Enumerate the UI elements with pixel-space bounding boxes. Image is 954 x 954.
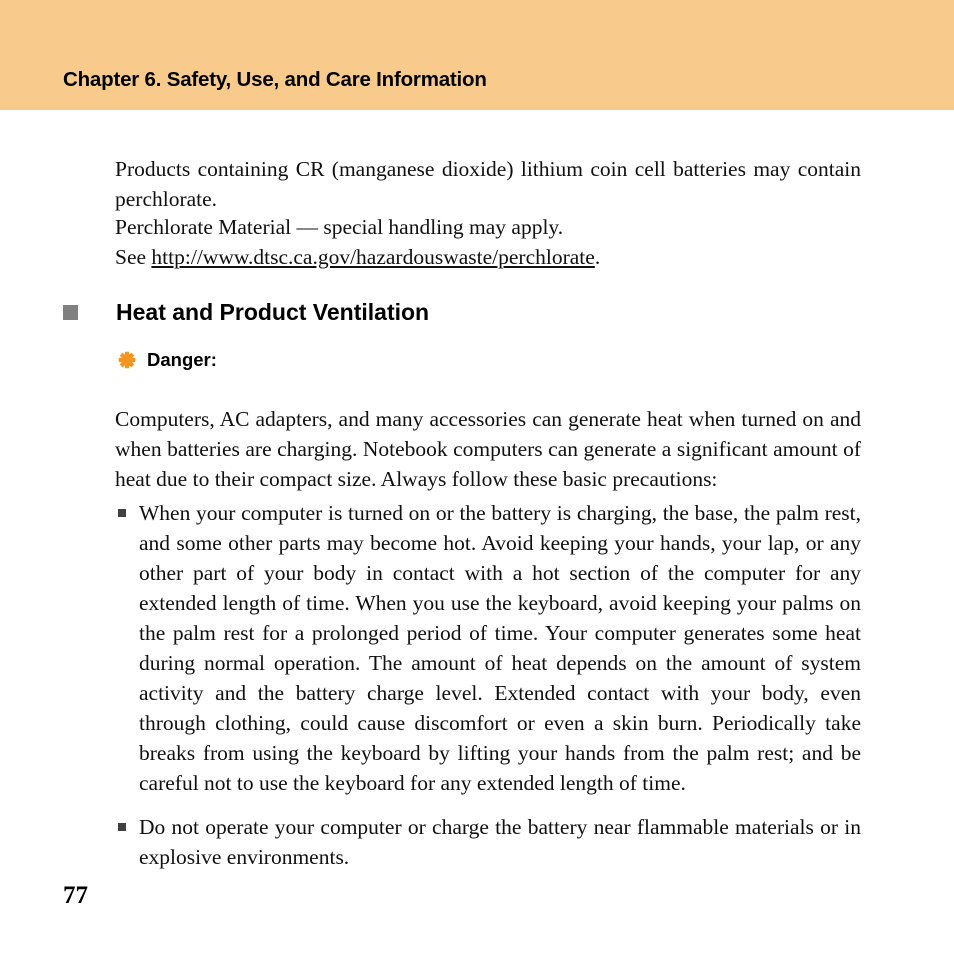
danger-paragraph: Computers, AC adapters, and many accesso… <box>115 406 861 491</box>
perchlorate-notice: Perchlorate Material — special handling … <box>115 212 861 272</box>
square-bullet-icon <box>63 304 78 320</box>
danger-label-row: Danger: <box>118 348 217 372</box>
list-item: Do not operate your computer or charge t… <box>118 812 861 872</box>
small-square-bullet-icon <box>118 823 126 831</box>
perchlorate-material-line: Perchlorate Material — special handling … <box>115 215 564 239</box>
list-item-text: When your computer is turned on or the b… <box>139 501 861 795</box>
perchlorate-url-link[interactable]: http://www.dtsc.ca.gov/hazardouswaste/pe… <box>151 245 594 269</box>
section-heading-text: Heat and Product Ventilation <box>116 298 430 325</box>
chapter-title: Chapter 6. Safety, Use, and Care Informa… <box>63 68 487 91</box>
page-header-band: Chapter 6. Safety, Use, and Care Informa… <box>0 0 954 110</box>
intro-paragraph: Products containing CR (manganese dioxid… <box>115 156 861 211</box>
section-heading-row: Heat and Product Ventilation <box>63 297 429 327</box>
perchlorate-see-prefix: See <box>115 245 152 269</box>
page-body: Products containing CR (manganese dioxid… <box>0 110 954 954</box>
danger-label-text: Danger: <box>147 349 217 370</box>
list-item: When your computer is turned on or the b… <box>118 498 861 798</box>
perchlorate-period: . <box>594 245 601 269</box>
asterisk-burst-icon <box>118 351 136 369</box>
page-number: 77 <box>63 882 88 909</box>
list-item-text: Do not operate your computer or charge t… <box>139 815 861 869</box>
small-square-bullet-icon <box>118 509 126 517</box>
